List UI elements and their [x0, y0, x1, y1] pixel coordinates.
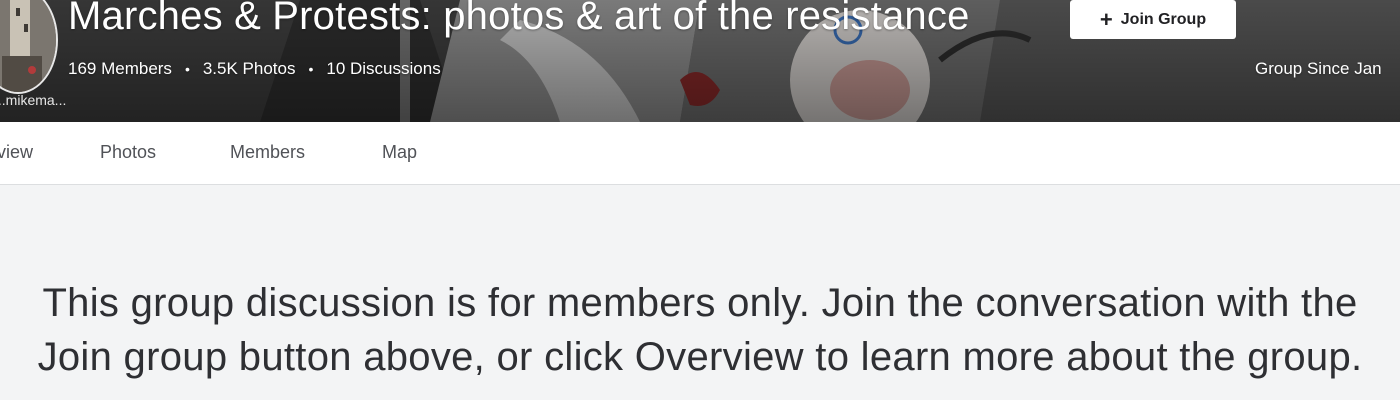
stats-separator: •: [184, 61, 190, 77]
group-tabs: Overview Photos Members Map: [0, 122, 1400, 185]
group-title: Marches & Protests: photos & art of the …: [68, 0, 970, 38]
discussions-count[interactable]: 10 Discussions: [326, 59, 440, 79]
tab-photos[interactable]: Photos: [100, 142, 156, 163]
group-stats: 169 Members • 3.5K Photos • 10 Discussio…: [68, 59, 441, 79]
tab-map[interactable]: Map: [382, 142, 417, 163]
owner-name[interactable]: ...mikema...: [0, 92, 66, 108]
group-since: Group Since Jan: [1255, 59, 1382, 78]
group-banner: ...mikema... Marches & Protests: photos …: [0, 0, 1400, 122]
tab-members[interactable]: Members: [230, 142, 305, 163]
join-group-label: Join Group: [1120, 10, 1207, 28]
stats-separator: •: [308, 61, 314, 77]
plus-icon: +: [1099, 6, 1113, 32]
photos-count[interactable]: 3.5K Photos: [203, 59, 296, 79]
members-count[interactable]: 169 Members: [68, 59, 172, 79]
tab-overview[interactable]: Overview: [0, 142, 33, 163]
members-only-notice: This group discussion is for members onl…: [37, 281, 1363, 379]
join-group-button[interactable]: + Join Group: [1070, 0, 1236, 39]
